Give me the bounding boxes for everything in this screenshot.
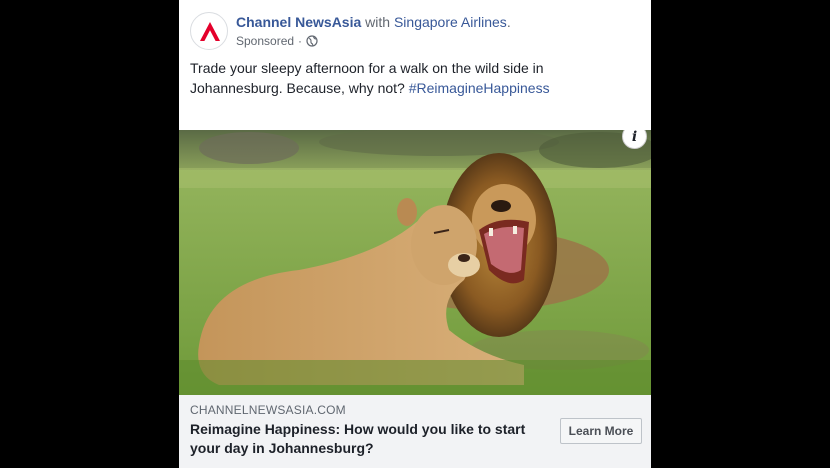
link-preview[interactable]: CHANNELNEWSASIA.COM Reimagine Happiness:… [179, 395, 651, 468]
link-headline[interactable]: Reimagine Happiness: How would you like … [190, 420, 540, 458]
post-body: Trade your sleepy afternoon for a walk o… [190, 58, 640, 98]
post-header: Channel NewsAsia with Singapore Airlines… [179, 0, 651, 130]
page-name-link[interactable]: Channel NewsAsia [236, 14, 361, 30]
with-text: with [361, 14, 394, 30]
page-avatar[interactable] [190, 12, 228, 50]
lions-photo [179, 130, 651, 395]
meta-separator: · [298, 34, 303, 48]
channel-newsasia-logo-icon [200, 22, 220, 41]
post-image[interactable]: i [179, 130, 651, 395]
link-domain: CHANNELNEWSASIA.COM [190, 403, 346, 417]
post-meta: Sponsored · [236, 34, 318, 48]
hashtag-link[interactable]: #ReimagineHappiness [409, 80, 550, 96]
post-title-line: Channel NewsAsia with Singapore Airlines… [236, 14, 511, 30]
partner-suffix: . [506, 14, 511, 30]
sponsored-label[interactable]: Sponsored [236, 34, 294, 48]
sponsored-post-card: Channel NewsAsia with Singapore Airlines… [179, 0, 651, 468]
partner-name-link[interactable]: Singapore Airlines [394, 14, 507, 30]
learn-more-button[interactable]: Learn More [560, 418, 642, 444]
globe-icon[interactable] [306, 35, 318, 47]
